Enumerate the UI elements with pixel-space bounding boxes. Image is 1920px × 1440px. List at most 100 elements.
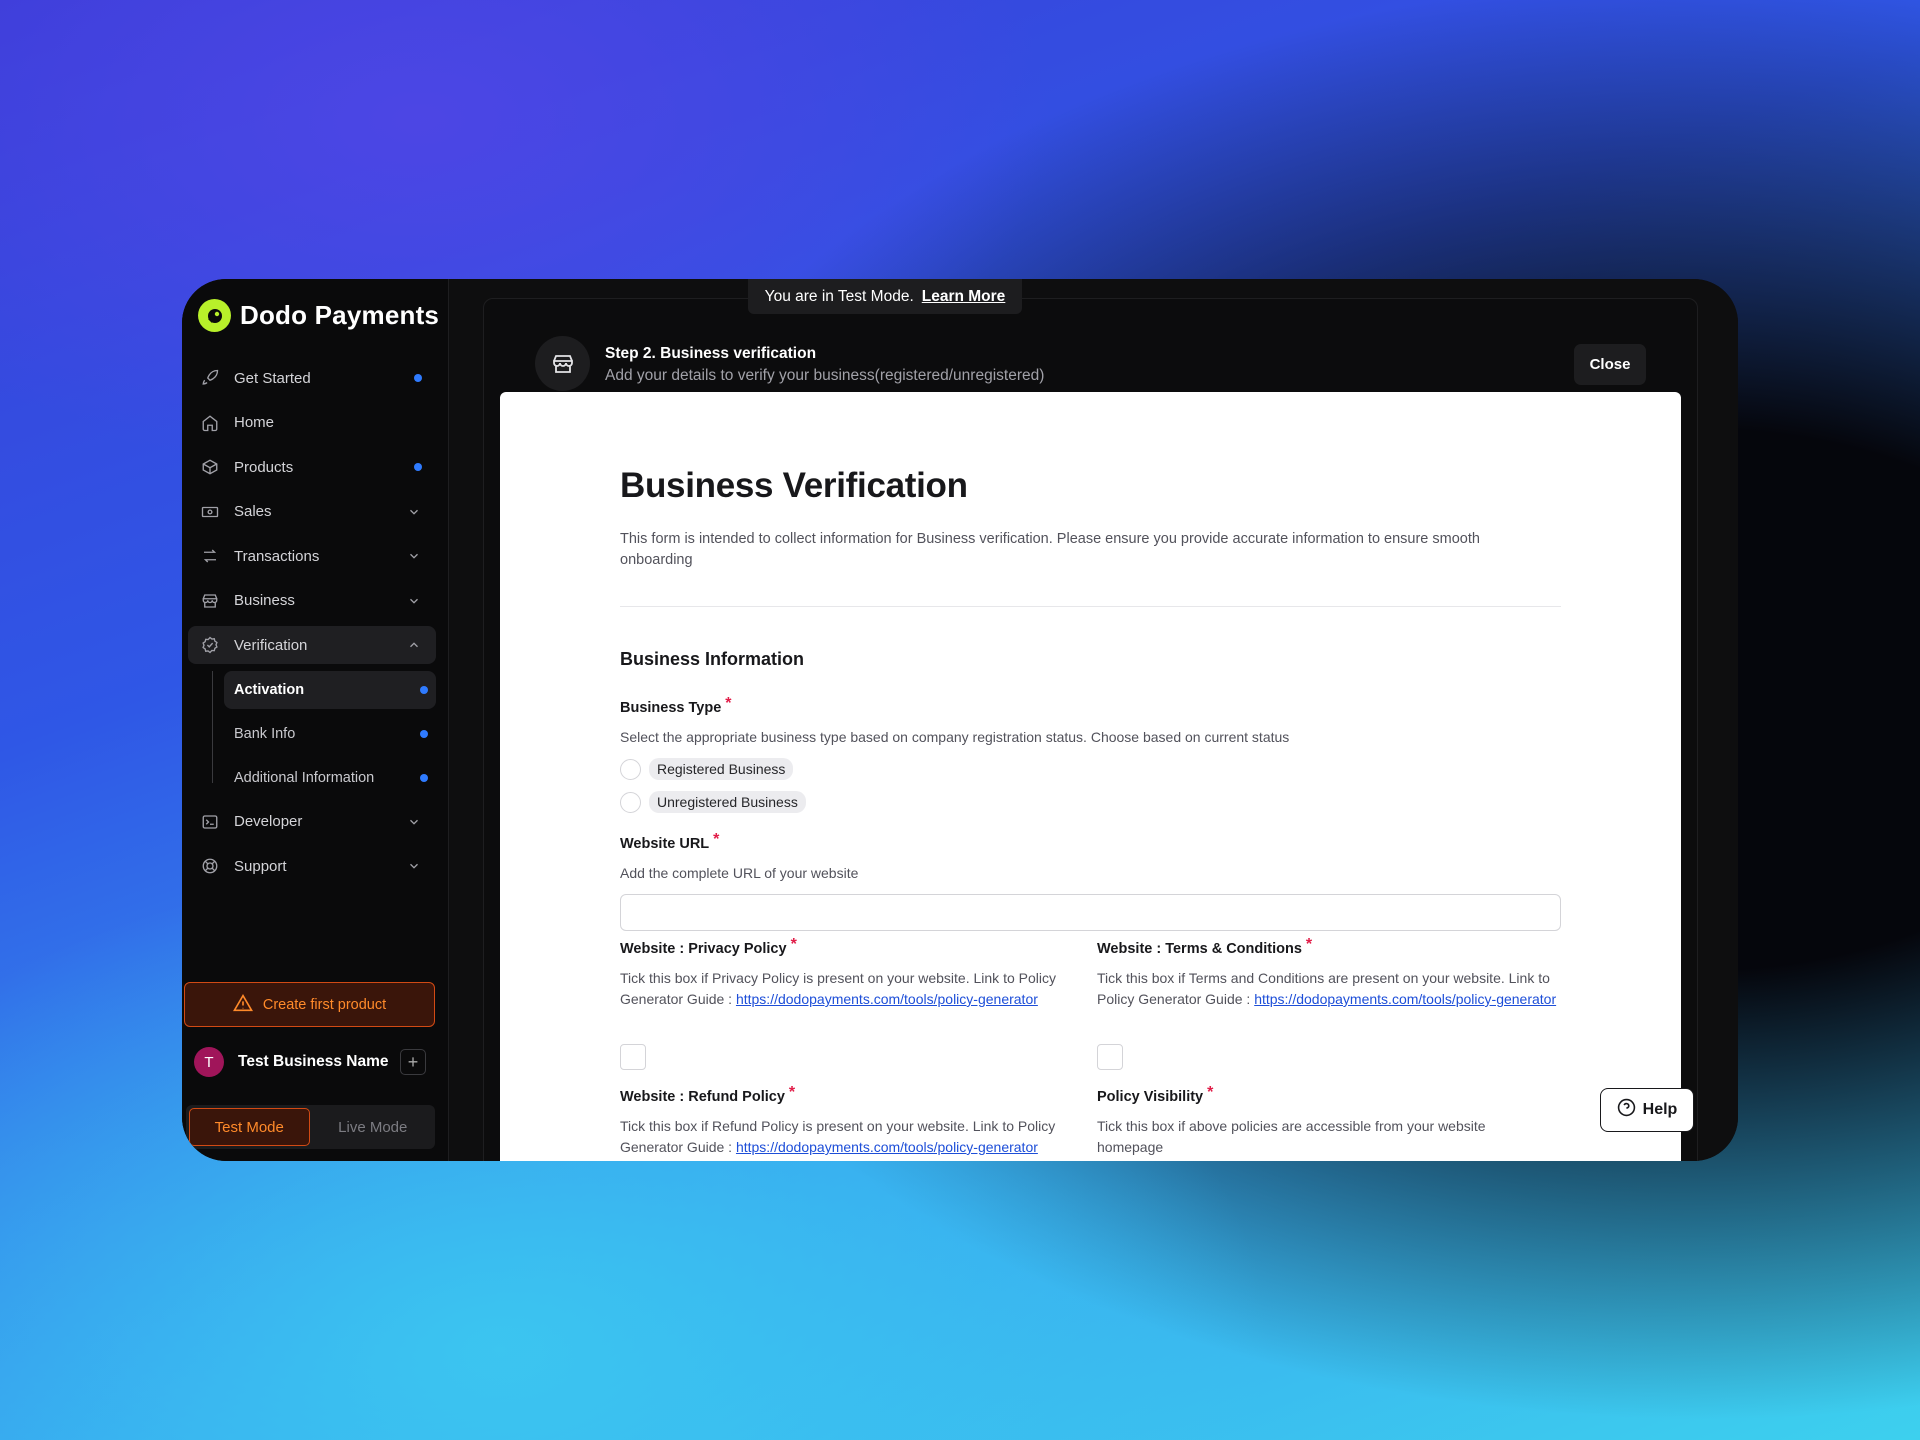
dodo-logo-icon — [198, 299, 231, 332]
required-marker: * — [1207, 1084, 1214, 1101]
sidebar-subitem-bank-info[interactable]: Bank Info — [224, 715, 436, 753]
business-switcher[interactable]: T Test Business Name + — [194, 1045, 426, 1079]
sidebar-item-home[interactable]: Home — [188, 404, 436, 442]
section-title: Business Information — [620, 649, 805, 669]
business-type-label: Business Type * — [620, 695, 732, 717]
form-title: Business Verification — [620, 466, 968, 505]
required-marker: * — [790, 936, 797, 953]
privacy-policy-checkbox[interactable] — [620, 1044, 646, 1070]
sidebar-subitem-activation[interactable]: Activation — [224, 670, 436, 709]
sidebar-item-label: Get Started — [234, 369, 311, 387]
terms-policy-generator-link[interactable]: https://dodopayments.com/tools/policy-ge… — [1254, 991, 1556, 1007]
step-title: Step 2. Business verification — [605, 345, 817, 362]
create-first-product-label: Create first product — [262, 996, 387, 1013]
chevron-down-icon[interactable] — [406, 504, 422, 520]
banknote-icon — [200, 502, 220, 522]
radio-unregistered-business[interactable]: Unregistered Business — [620, 791, 806, 813]
radio-button[interactable] — [620, 758, 641, 780]
chevron-down-icon[interactable] — [406, 548, 422, 564]
notification-dot — [414, 374, 422, 382]
notification-dot — [414, 463, 422, 471]
chevron-down-icon[interactable] — [406, 814, 422, 830]
form-description: This form is intended to collect informa… — [620, 531, 1480, 568]
sidebar-item-label: Business — [234, 592, 295, 609]
refund-policy-help: Tick this box if Refund Policy is presen… — [620, 1116, 1092, 1158]
box-icon — [200, 457, 220, 477]
website-url-help: Add the complete URL of your website — [620, 865, 859, 881]
required-marker: * — [1305, 936, 1313, 953]
sidebar-item-label: Verification — [234, 636, 308, 654]
add-business-button[interactable]: + — [400, 1049, 426, 1075]
create-first-product-button[interactable]: Create first product — [184, 982, 435, 1027]
sidebar-subitem-label: Activation — [234, 681, 305, 698]
sidebar-item-label: Sales — [234, 503, 272, 520]
verification-subnav: Activation Bank Info Additional Informat… — [212, 670, 436, 797]
close-button[interactable]: Close — [1574, 344, 1646, 385]
arrows-icon — [200, 546, 220, 566]
question-circle-icon — [1617, 1098, 1636, 1122]
logo[interactable]: Dodo Payments — [198, 299, 439, 332]
chevron-up-icon[interactable] — [406, 637, 422, 653]
warning-icon — [232, 993, 253, 1016]
sidebar-item-verification[interactable]: Verification — [188, 626, 436, 664]
policy-visibility-label-text: Policy Visibility — [1097, 1089, 1204, 1105]
privacy-policy-label-text: Website : Privacy Policy — [620, 941, 787, 957]
required-marker: * — [713, 831, 720, 848]
store-icon — [200, 591, 220, 611]
sidebar-item-business[interactable]: Business — [188, 582, 436, 620]
home-icon — [200, 413, 220, 433]
app-window: Dodo Payments Get Started Home Products … — [182, 279, 1738, 1161]
sidebar-item-transactions[interactable]: Transactions — [188, 537, 436, 575]
sidebar-subitem-additional-information[interactable]: Additional Information — [224, 759, 436, 797]
required-marker: * — [788, 1084, 796, 1101]
help-button[interactable]: Help — [1600, 1088, 1694, 1132]
terms-conditions-label: Website : Terms & Conditions * — [1097, 936, 1312, 958]
sidebar-item-label: Transactions — [234, 547, 320, 565]
radio-label[interactable]: Unregistered Business — [649, 791, 806, 813]
sidebar-item-support[interactable]: Support — [188, 847, 436, 885]
rocket-icon — [200, 368, 220, 388]
learn-more-link[interactable]: Learn More — [922, 288, 1006, 306]
sidebar-subitem-label: Additional Information — [234, 769, 375, 786]
test-mode-button[interactable]: Test Mode — [189, 1108, 310, 1146]
privacy-policy-help: Tick this box if Privacy Policy is prese… — [620, 968, 1080, 1010]
terminal-icon — [200, 812, 220, 832]
sidebar-item-label: Home — [234, 414, 275, 431]
refund-policy-label-text: Website : Refund Policy — [620, 1089, 785, 1105]
lifebuoy-icon — [200, 856, 220, 876]
chevron-down-icon[interactable] — [406, 593, 422, 609]
help-label: Help — [1642, 1101, 1678, 1118]
terms-conditions-label-text: Website : Terms & Conditions — [1097, 941, 1302, 957]
sidebar-item-label: Support — [234, 857, 287, 875]
radio-button[interactable] — [620, 791, 641, 813]
privacy-policy-generator-link[interactable]: https://dodopayments.com/tools/policy-ge… — [736, 991, 1038, 1007]
sidebar-item-products[interactable]: Products — [188, 448, 436, 486]
badge-check-icon — [200, 635, 220, 655]
website-url-label-text: Website URL — [620, 836, 710, 852]
test-mode-banner-text: You are in Test Mode. — [764, 287, 914, 305]
sidebar-item-developer[interactable]: Developer — [188, 803, 436, 841]
sidebar-item-get-started[interactable]: Get Started — [188, 359, 436, 397]
avatar: T — [194, 1047, 224, 1077]
terms-conditions-checkbox[interactable] — [1097, 1044, 1123, 1070]
terms-conditions-help: Tick this box if Terms and Conditions ar… — [1097, 968, 1557, 1010]
radio-label[interactable]: Registered Business — [649, 758, 794, 780]
live-mode-button[interactable]: Live Mode — [314, 1108, 433, 1146]
website-url-label: Website URL * — [620, 831, 719, 853]
mode-toggle: Test Mode Live Mode — [186, 1105, 435, 1149]
notification-dot — [420, 773, 428, 782]
refund-policy-generator-link[interactable]: https://dodopayments.com/tools/policy-ge… — [736, 1139, 1038, 1155]
website-url-input[interactable] — [620, 894, 1561, 931]
chevron-down-icon[interactable] — [406, 858, 422, 874]
sidebar-item-sales[interactable]: Sales — [188, 493, 436, 531]
app-name: Dodo Payments — [240, 300, 440, 330]
business-verification-form: Business Verification This form is inten… — [500, 392, 1681, 1161]
main-content: Step 2. Business verification Add your d… — [449, 279, 1738, 1161]
sidebar-item-label: Developer — [234, 813, 303, 830]
sidebar-subitem-label: Bank Info — [234, 725, 296, 742]
radio-registered-business[interactable]: Registered Business — [620, 758, 794, 780]
business-type-help: Select the appropriate business type bas… — [620, 729, 1290, 745]
sidebar: Dodo Payments Get Started Home Products … — [182, 279, 449, 1161]
step-subtitle: Add your details to verify your business… — [605, 367, 1045, 384]
refund-policy-label: Website : Refund Policy * — [620, 1084, 795, 1106]
